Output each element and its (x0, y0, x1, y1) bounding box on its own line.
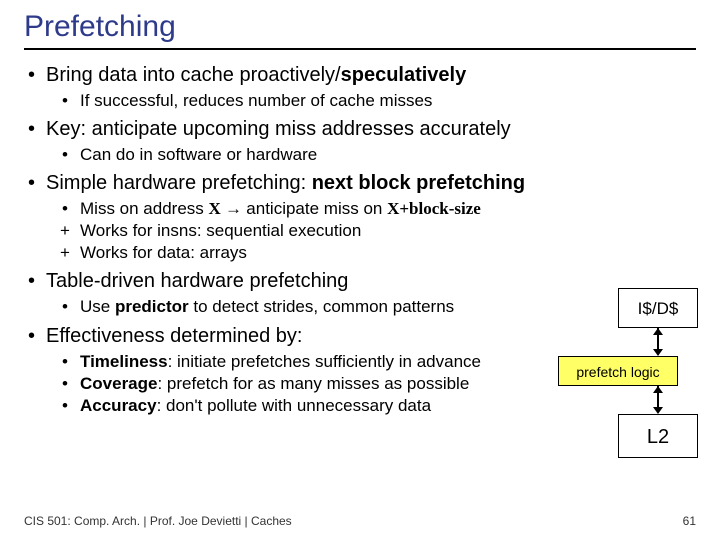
t: : initiate prefetches sufficiently in ad… (168, 352, 481, 371)
sub-list: Can do in software or hardware (46, 144, 614, 166)
bullet-3: Simple hardware prefetching: next block … (24, 170, 614, 264)
bold: Coverage (80, 374, 157, 393)
memory-diagram: I$/D$ prefetch logic L2 (618, 288, 698, 458)
text: Table-driven hardware prefetching (46, 270, 348, 292)
t: : don't pollute with unnecessary data (157, 396, 431, 415)
sub-bullet: Can do in software or hardware (46, 144, 614, 166)
sub-bullet: Accuracy: don't pollute with unnecessary… (46, 395, 614, 417)
t: Use (80, 297, 115, 316)
text: Simple hardware prefetching: (46, 172, 312, 194)
arrow-up-icon (653, 386, 663, 393)
sub-bullet-plus: Works for data: arrays (46, 242, 614, 264)
sub-list: Timeliness: initiate prefetches sufficie… (46, 351, 614, 417)
arrow-icon: → (221, 199, 247, 218)
bold: predictor (115, 297, 189, 316)
var-xblk: X+block-size (387, 199, 481, 218)
sub-bullet: If successful, reduces number of cache m… (46, 90, 614, 112)
bullet-4: Table-driven hardware prefetching Use pr… (24, 268, 614, 318)
sub-list: If successful, reduces number of cache m… (46, 90, 614, 112)
bullet-1: Bring data into cache proactively/specul… (24, 62, 614, 112)
page-number: 61 (683, 514, 696, 528)
arrow-down-icon (653, 349, 663, 356)
footer-text: CIS 501: Comp. Arch. | Prof. Joe Deviett… (24, 514, 292, 528)
l2-box: L2 (618, 414, 698, 458)
bullet-2: Key: anticipate upcoming miss addresses … (24, 116, 614, 166)
bullet-list: Bring data into cache proactively/specul… (24, 62, 614, 417)
var-x: X (209, 199, 221, 218)
text: Bring data into cache proactively/ (46, 64, 341, 86)
bold: speculatively (341, 64, 467, 86)
sub-bullet: Timeliness: initiate prefetches sufficie… (46, 351, 614, 373)
cache-box: I$/D$ (618, 288, 698, 328)
page-title: Prefetching (24, 10, 696, 50)
slide: Prefetching Bring data into cache proact… (0, 0, 720, 540)
arrow-up-icon (653, 328, 663, 335)
t: to detect strides, common patterns (189, 297, 455, 316)
bullet-5: Effectiveness determined by: Timeliness:… (24, 323, 614, 417)
text: Effectiveness determined by: (46, 325, 302, 347)
sub-bullet: Miss on address X → anticipate miss on X… (46, 198, 614, 220)
sub-bullet: Coverage: prefetch for as many misses as… (46, 373, 614, 395)
bold: Timeliness (80, 352, 168, 371)
sub-bullet-plus: Works for insns: sequential execution (46, 220, 614, 242)
t: Miss on address (80, 199, 209, 218)
t: : prefetch for as many misses as possibl… (157, 374, 469, 393)
arrow-down-icon (653, 407, 663, 414)
content: Bring data into cache proactively/specul… (24, 62, 614, 417)
sub-list: Use predictor to detect strides, common … (46, 296, 614, 318)
bold: next block prefetching (312, 172, 525, 194)
sub-bullet: Use predictor to detect strides, common … (46, 296, 614, 318)
sub-list: Miss on address X → anticipate miss on X… (46, 198, 614, 264)
prefetch-logic-box: prefetch logic (558, 356, 678, 386)
bold: Accuracy (80, 396, 157, 415)
t: anticipate miss on (246, 199, 387, 218)
text: Key: anticipate upcoming miss addresses … (46, 118, 511, 140)
